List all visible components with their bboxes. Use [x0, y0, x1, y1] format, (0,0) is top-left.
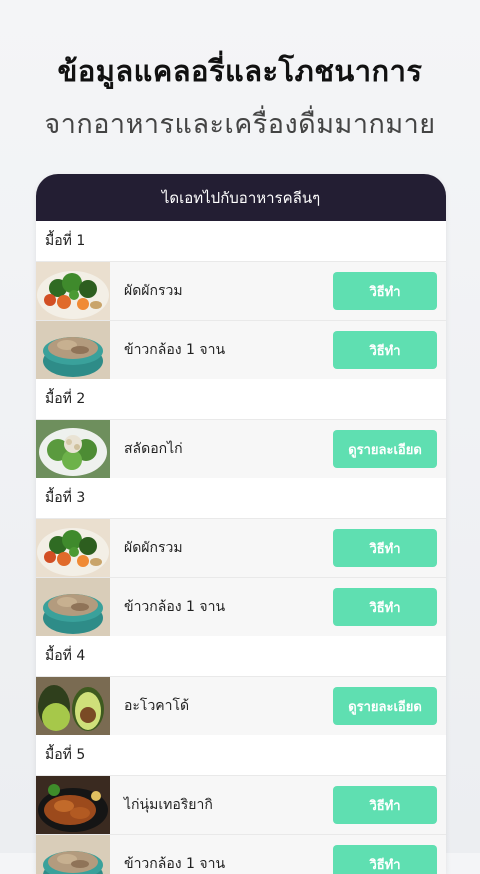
meal-label: มื้อที่ 2: [45, 391, 86, 407]
food-action-button[interactable]: ดูรายละเอียด: [333, 687, 437, 725]
food-name: ผัดผักรวม: [124, 540, 183, 556]
food-action-button[interactable]: วิธีทำ: [333, 588, 437, 626]
food-name: ข้าวกล้อง 1 จาน: [124, 599, 226, 615]
food-thumbnail: [36, 677, 110, 735]
food-action-button[interactable]: วิธีทำ: [333, 845, 437, 874]
food-item[interactable]: ผัดผักรวม วิธีทำ: [36, 261, 446, 320]
app-header-title: ไดเอทไปกับอาหารคลีนๆ: [161, 188, 321, 207]
food-action-button[interactable]: วิธีทำ: [333, 786, 437, 824]
meal-list[interactable]: มื้อที่ 1 ผัดผักรวม วิธีทำ ข้าวกล้อง 1 จานว…: [36, 221, 446, 874]
app-header: ไดเอทไปกับอาหารคลีนๆ: [36, 174, 446, 221]
food-item[interactable]: ผัดผักรวม วิธีทำ: [36, 518, 446, 577]
promo-subtitle: จากอาหารและเครื่องดื่มมากมาย: [44, 109, 436, 140]
food-name: ผัดผักรวม: [124, 283, 183, 299]
food-item[interactable]: ข้าวกล้อง 1 จาน วิธีทำ: [36, 577, 446, 636]
meal-header: มื้อที่ 4: [36, 636, 446, 676]
meal-label: มื้อที่ 3: [45, 490, 86, 506]
meal-header: มื้อที่ 2: [36, 379, 446, 419]
food-action-button[interactable]: วิธีทำ: [333, 331, 437, 369]
meal-header: มื้อที่ 3: [36, 478, 446, 518]
food-item[interactable]: ไก่นุ่มเทอริยากิ วิธีทำ: [36, 775, 446, 834]
food-name: ข้าวกล้อง 1 จาน: [124, 342, 226, 358]
meal-header: มื้อที่ 1: [36, 221, 446, 261]
promo-title: ข้อมูลแคลอรี่และโภชนาการ: [57, 54, 423, 88]
meal-label: มื้อที่ 4: [45, 648, 86, 664]
promo-banner: ข้อมูลแคลอรี่และโภชนาการ จากอาหารและเครื…: [0, 48, 480, 145]
food-thumbnail: [36, 420, 110, 478]
food-action-button[interactable]: วิธีทำ: [333, 272, 437, 310]
food-name: ไก่นุ่มเทอริยากิ: [124, 797, 213, 813]
food-thumbnail: [36, 262, 110, 320]
food-action-button[interactable]: ดูรายละเอียด: [333, 430, 437, 468]
meal-label: มื้อที่ 5: [45, 747, 86, 763]
food-item[interactable]: ข้าวกล้อง 1 จาน วิธีทำ: [36, 320, 446, 379]
meal-header: มื้อที่ 5: [36, 735, 446, 775]
food-thumbnail: [36, 776, 110, 834]
food-name: อะโวคาโด้: [124, 698, 190, 714]
food-name: สลัดอกไก่: [124, 441, 183, 457]
food-action-button[interactable]: วิธีทำ: [333, 529, 437, 567]
food-thumbnail: [36, 519, 110, 577]
food-thumbnail: [36, 835, 110, 874]
meal-label: มื้อที่ 1: [45, 233, 86, 249]
food-item[interactable]: สลัดอกไก่ ดูรายละเอียด: [36, 419, 446, 478]
food-name: ข้าวกล้อง 1 จาน: [124, 856, 226, 872]
food-item[interactable]: อะโวคาโด้ ดูรายละเอียด: [36, 676, 446, 735]
food-thumbnail: [36, 578, 110, 636]
phone-screen: ไดเอทไปกับอาหารคลีนๆ มื้อที่ 1 ผัดผักรวมว…: [36, 174, 446, 874]
food-item[interactable]: ข้าวกล้อง 1 จาน วิธีทำ: [36, 834, 446, 874]
food-thumbnail: [36, 321, 110, 379]
